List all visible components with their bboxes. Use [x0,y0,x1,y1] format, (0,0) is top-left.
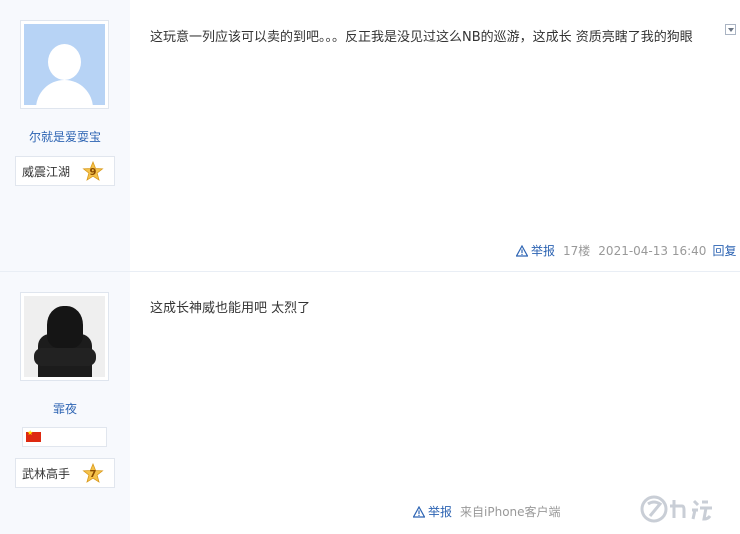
rank-star-icon: 9 [82,161,104,183]
post-meta: 举报 来自iPhone客户端 [413,503,561,520]
warning-triangle-icon [516,244,528,257]
post-body: 这玩意一列应该可以卖的到吧。。。反正我是没见过这么NB的巡游，这成长 资质亮瞎了… [130,0,740,271]
author-sidebar: 尔就是爱耍宝 威震江湖 9 [0,0,130,271]
avatar-frame[interactable] [20,292,109,381]
report-link[interactable]: 举报 [413,503,452,520]
report-label: 举报 [428,505,453,519]
post-17: 尔就是爱耍宝 威震江湖 9 这玩意一列应该可以卖的到吧。。。反正我是没见过这么N… [0,0,740,272]
report-label: 举报 [531,244,556,258]
post-timestamp: 2021-04-13 16:40 [598,243,707,258]
post-meta: 举报 17楼 2021-04-13 16:40 回复 [516,242,736,259]
report-link[interactable]: 举报 [516,242,555,259]
rank-badge[interactable]: 威震江湖 9 [15,156,115,186]
jiuyou-logo [640,495,712,523]
rank-level: 9 [89,167,97,178]
avatar[interactable] [24,24,105,105]
watermark [560,484,740,534]
warning-triangle-icon [413,505,425,518]
username-link[interactable]: 尔就是爱耍宝 [0,128,130,145]
post-source: 来自iPhone客户端 [460,505,561,519]
reply-link[interactable]: 回复 [712,242,736,259]
rank-badge[interactable]: 武林高手 7 [15,458,115,488]
region-badge [22,427,107,447]
china-flag-icon [26,429,41,442]
post-content: 这玩意一列应该可以卖的到吧。。。反正我是没见过这么NB的巡游，这成长 资质亮瞎了… [150,30,693,45]
avatar[interactable] [24,296,105,377]
post-content: 这成长神威也能用吧 太烈了 [150,301,311,316]
floor-number: 17楼 [563,244,591,258]
rank-title: 武林高手 [22,466,71,481]
rank-level: 7 [89,469,97,480]
avatar-frame[interactable] [20,20,109,109]
author-sidebar: 霏夜 武林高手 7 [0,272,130,534]
chevron-down-icon[interactable] [725,24,736,35]
rank-title: 威震江湖 [22,164,71,179]
username-link[interactable]: 霏夜 [0,400,130,417]
rank-star-icon: 7 [82,463,104,485]
